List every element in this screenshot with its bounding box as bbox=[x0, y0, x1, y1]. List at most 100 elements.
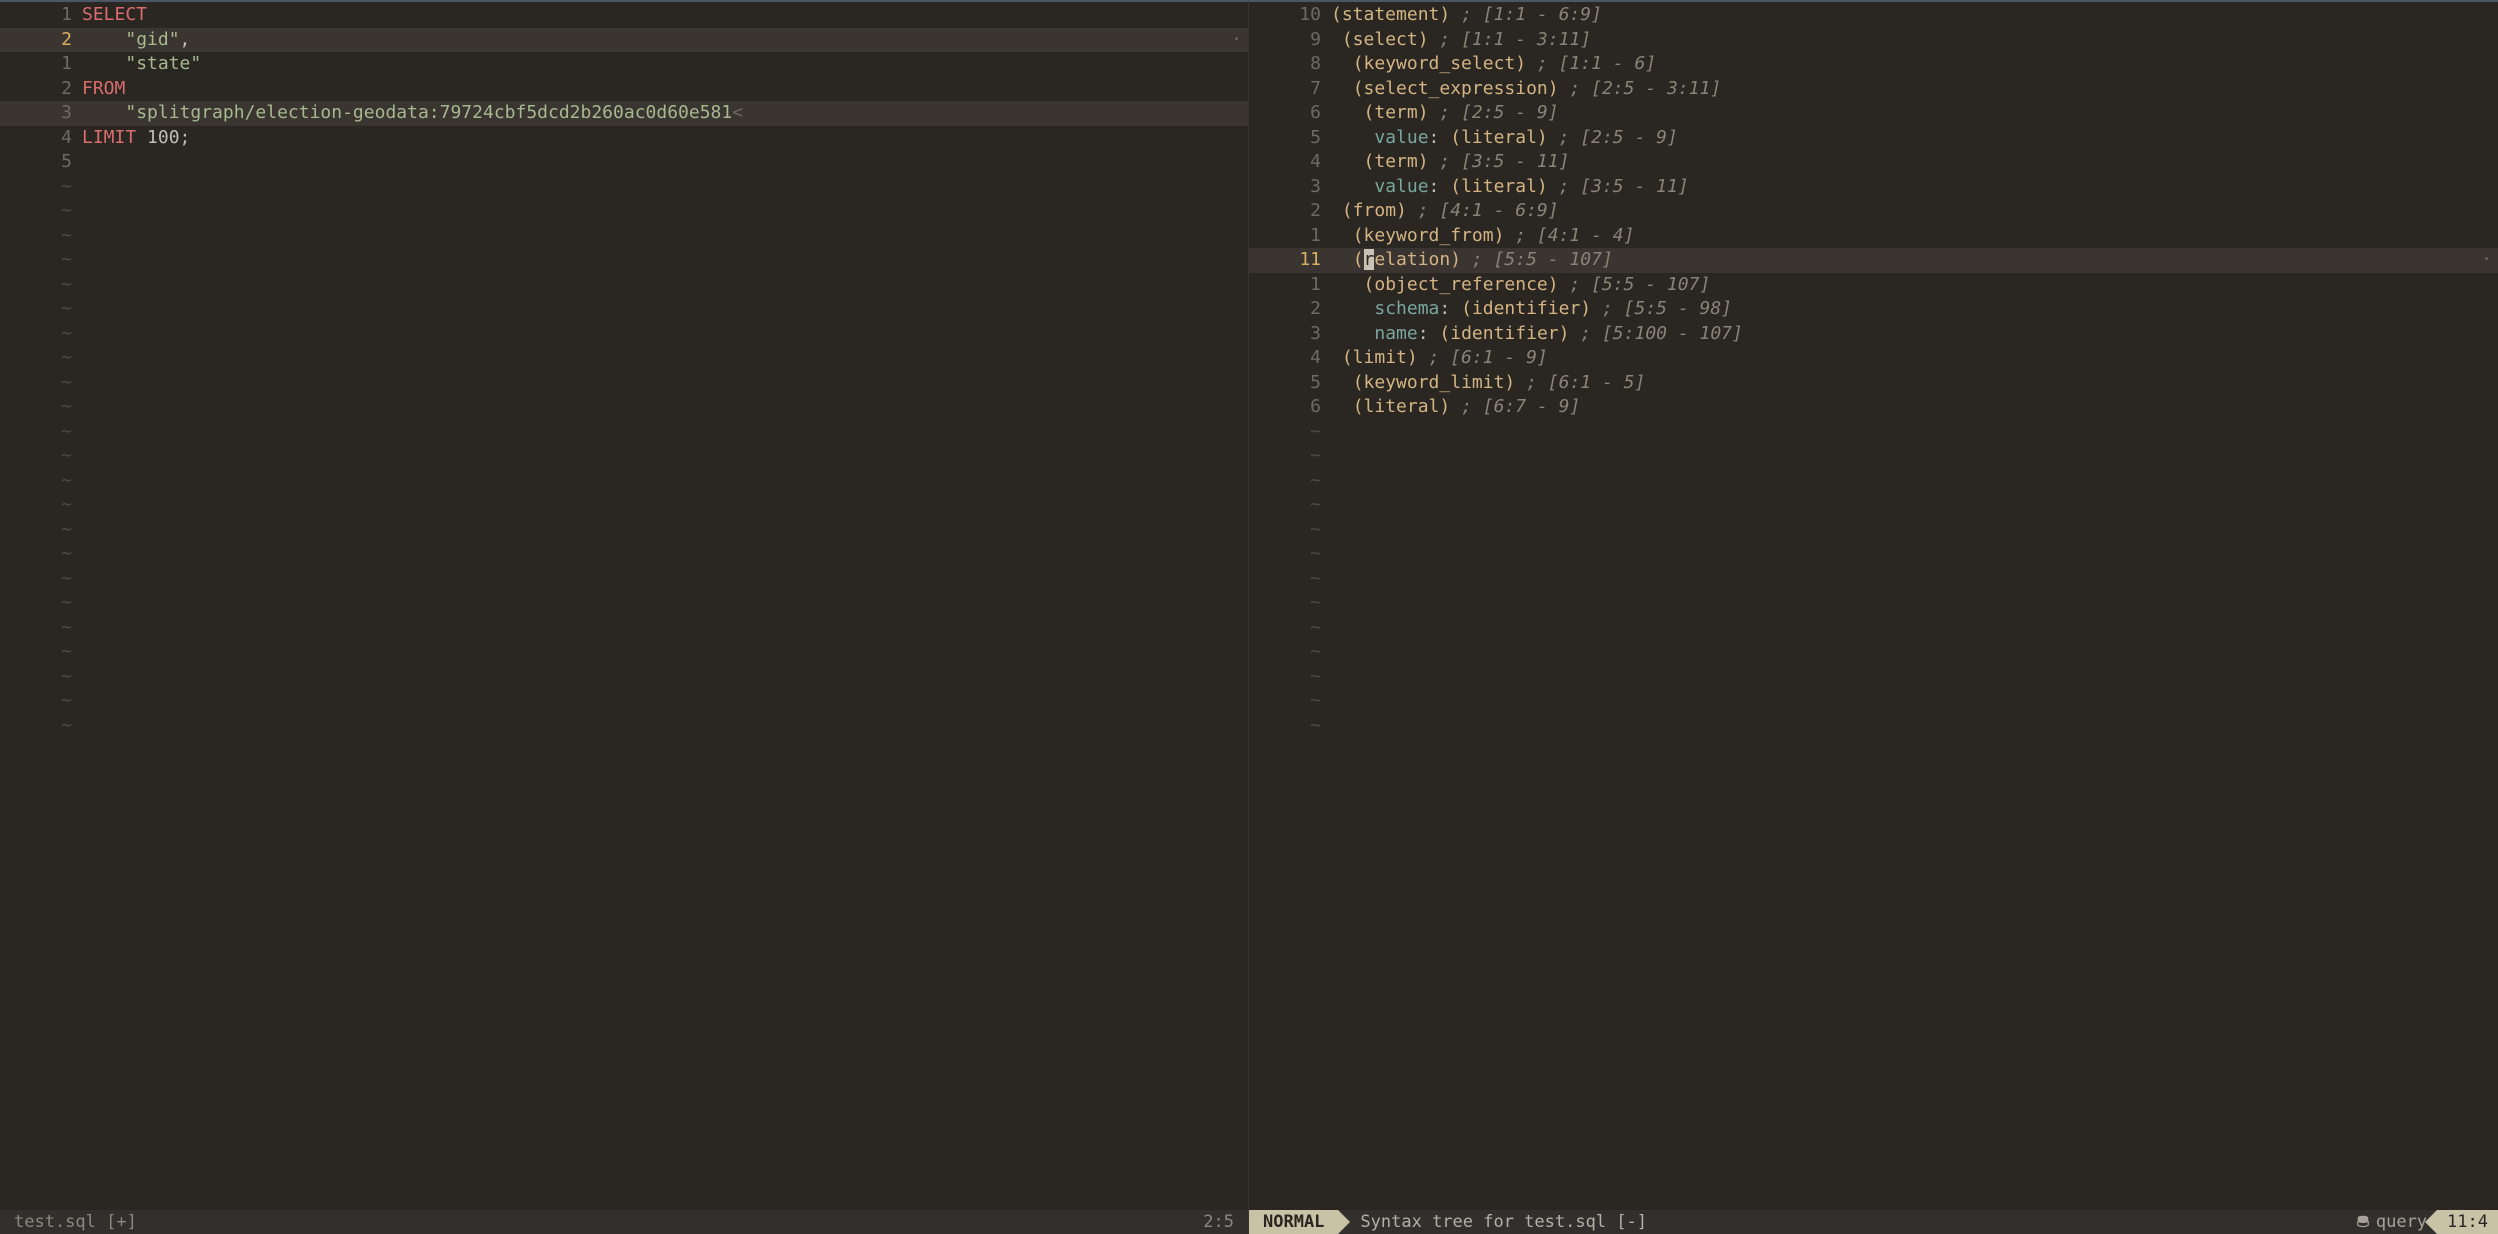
code-text: "state" bbox=[82, 52, 1248, 77]
tilde-icon: ~ bbox=[0, 224, 82, 249]
empty-line: ~ bbox=[1249, 640, 2498, 665]
code-text: (term) ; [2:5 - 9] bbox=[1331, 101, 2498, 126]
gutter-line-number: 2 bbox=[0, 28, 82, 53]
code-text: (relation) ; [5:5 - 107] bbox=[1331, 248, 2498, 273]
tilde-icon: ~ bbox=[1249, 640, 1331, 665]
empty-line: ~ bbox=[0, 224, 1248, 249]
right-status-pos: 11:4 bbox=[2437, 1210, 2498, 1234]
code-line[interactable]: 11 (relation) ; [5:5 - 107]· bbox=[1249, 248, 2498, 273]
code-line[interactable]: 2FROM bbox=[0, 77, 1248, 102]
empty-line: ~ bbox=[0, 444, 1248, 469]
empty-line: ~ bbox=[0, 640, 1248, 665]
tilde-icon: ~ bbox=[0, 395, 82, 420]
code-line[interactable]: 5 (keyword_limit) ; [6:1 - 5] bbox=[1249, 371, 2498, 396]
code-line[interactable]: 1 (keyword_from) ; [4:1 - 4] bbox=[1249, 224, 2498, 249]
code-line[interactable]: 2 "gid",· bbox=[0, 28, 1248, 53]
code-line[interactable]: 10(statement) ; [1:1 - 6:9] bbox=[1249, 3, 2498, 28]
tilde-icon: ~ bbox=[0, 297, 82, 322]
tilde-icon: ~ bbox=[0, 518, 82, 543]
wrap-marker-icon: · bbox=[2481, 248, 2492, 273]
tilde-icon: ~ bbox=[1249, 665, 1331, 690]
code-text: (select) ; [1:1 - 3:11] bbox=[1331, 28, 2498, 53]
gutter-line-number: 6 bbox=[1249, 395, 1331, 420]
empty-line: ~ bbox=[1249, 420, 2498, 445]
tilde-icon: ~ bbox=[0, 616, 82, 641]
empty-line: ~ bbox=[0, 248, 1248, 273]
code-line[interactable]: 6 (literal) ; [6:7 - 9] bbox=[1249, 395, 2498, 420]
tilde-icon: ~ bbox=[0, 322, 82, 347]
empty-line: ~ bbox=[0, 567, 1248, 592]
tilde-icon: ~ bbox=[1249, 444, 1331, 469]
code-line[interactable]: 2 schema: (identifier) ; [5:5 - 98] bbox=[1249, 297, 2498, 322]
code-line[interactable]: 4 (term) ; [3:5 - 11] bbox=[1249, 150, 2498, 175]
workspace: 1SELECT2 "gid",·1 "state"2FROM3 "splitgr… bbox=[0, 0, 2498, 1234]
left-status-pos: 2:5 bbox=[1189, 1210, 1248, 1234]
code-line[interactable]: 1SELECT bbox=[0, 3, 1248, 28]
tilde-icon: ~ bbox=[0, 199, 82, 224]
code-line[interactable]: 2 (from) ; [4:1 - 6:9] bbox=[1249, 199, 2498, 224]
gutter-line-number: 6 bbox=[1249, 101, 1331, 126]
tilde-icon: ~ bbox=[1249, 542, 1331, 567]
gutter-line-number: 1 bbox=[1249, 224, 1331, 249]
code-text: (statement) ; [1:1 - 6:9] bbox=[1331, 3, 2498, 28]
code-line[interactable]: 5 value: (literal) ; [2:5 - 9] bbox=[1249, 126, 2498, 151]
empty-line: ~ bbox=[0, 493, 1248, 518]
tilde-icon: ~ bbox=[0, 175, 82, 200]
code-line[interactable]: 4LIMIT 100; bbox=[0, 126, 1248, 151]
gutter-line-number: 3 bbox=[0, 101, 82, 126]
gutter-line-number: 2 bbox=[0, 77, 82, 102]
code-line[interactable]: 6 (term) ; [2:5 - 9] bbox=[1249, 101, 2498, 126]
code-text: (limit) ; [6:1 - 9] bbox=[1331, 346, 2498, 371]
code-line[interactable]: 3 name: (identifier) ; [5:100 - 107] bbox=[1249, 322, 2498, 347]
gutter-line-number: 2 bbox=[1249, 199, 1331, 224]
code-line[interactable]: 4 (limit) ; [6:1 - 9] bbox=[1249, 346, 2498, 371]
code-text: (object_reference) ; [5:5 - 107] bbox=[1331, 273, 2498, 298]
code-line[interactable]: 3 value: (literal) ; [3:5 - 11] bbox=[1249, 175, 2498, 200]
right-buffer[interactable]: 10(statement) ; [1:1 - 6:9]9 (select) ; … bbox=[1249, 2, 2498, 1210]
gutter-line-number: 10 bbox=[1249, 3, 1331, 28]
code-line[interactable]: 1 "state" bbox=[0, 52, 1248, 77]
tilde-icon: ~ bbox=[0, 665, 82, 690]
tilde-icon: ~ bbox=[1249, 567, 1331, 592]
tilde-icon: ~ bbox=[0, 542, 82, 567]
code-text: (keyword_select) ; [1:1 - 6] bbox=[1331, 52, 2498, 77]
empty-line: ~ bbox=[0, 175, 1248, 200]
code-text: FROM bbox=[82, 77, 1248, 102]
gutter-line-number: 7 bbox=[1249, 77, 1331, 102]
tilde-icon: ~ bbox=[0, 371, 82, 396]
code-line[interactable]: 3 "splitgraph/election-geodata:79724cbf5… bbox=[0, 101, 1248, 126]
empty-line: ~ bbox=[0, 297, 1248, 322]
right-status-db: query bbox=[2346, 1210, 2437, 1234]
code-line[interactable]: 1 (object_reference) ; [5:5 - 107] bbox=[1249, 273, 2498, 298]
empty-line: ~ bbox=[0, 469, 1248, 494]
gutter-line-number: 1 bbox=[0, 3, 82, 28]
code-line[interactable]: 8 (keyword_select) ; [1:1 - 6] bbox=[1249, 52, 2498, 77]
right-pane[interactable]: 10(statement) ; [1:1 - 6:9]9 (select) ; … bbox=[1249, 0, 2498, 1234]
empty-line: ~ bbox=[0, 346, 1248, 371]
gutter-line-number: 3 bbox=[1249, 175, 1331, 200]
tilde-icon: ~ bbox=[0, 714, 82, 739]
left-statusline: test.sql [+] 2:5 bbox=[0, 1210, 1248, 1234]
empty-line: ~ bbox=[0, 689, 1248, 714]
code-text: (keyword_limit) ; [6:1 - 5] bbox=[1331, 371, 2498, 396]
code-line[interactable]: 9 (select) ; [1:1 - 3:11] bbox=[1249, 28, 2498, 53]
tilde-icon: ~ bbox=[1249, 591, 1331, 616]
code-text: "splitgraph/election-geodata:79724cbf5dc… bbox=[82, 101, 1248, 126]
tilde-icon: ~ bbox=[0, 444, 82, 469]
gutter-line-number: 11 bbox=[1249, 248, 1331, 273]
tilde-icon: ~ bbox=[0, 469, 82, 494]
tilde-icon: ~ bbox=[0, 248, 82, 273]
code-line[interactable]: 5 bbox=[0, 150, 1248, 175]
code-line[interactable]: 7 (select_expression) ; [2:5 - 3:11] bbox=[1249, 77, 2498, 102]
left-pane[interactable]: 1SELECT2 "gid",·1 "state"2FROM3 "splitgr… bbox=[0, 0, 1249, 1234]
tilde-icon: ~ bbox=[1249, 518, 1331, 543]
empty-line: ~ bbox=[0, 273, 1248, 298]
empty-line: ~ bbox=[1249, 616, 2498, 641]
gutter-line-number: 1 bbox=[1249, 273, 1331, 298]
tilde-icon: ~ bbox=[1249, 469, 1331, 494]
empty-line: ~ bbox=[0, 591, 1248, 616]
gutter-line-number: 1 bbox=[0, 52, 82, 77]
tilde-icon: ~ bbox=[0, 420, 82, 445]
empty-line: ~ bbox=[0, 371, 1248, 396]
left-buffer[interactable]: 1SELECT2 "gid",·1 "state"2FROM3 "splitgr… bbox=[0, 2, 1248, 1210]
